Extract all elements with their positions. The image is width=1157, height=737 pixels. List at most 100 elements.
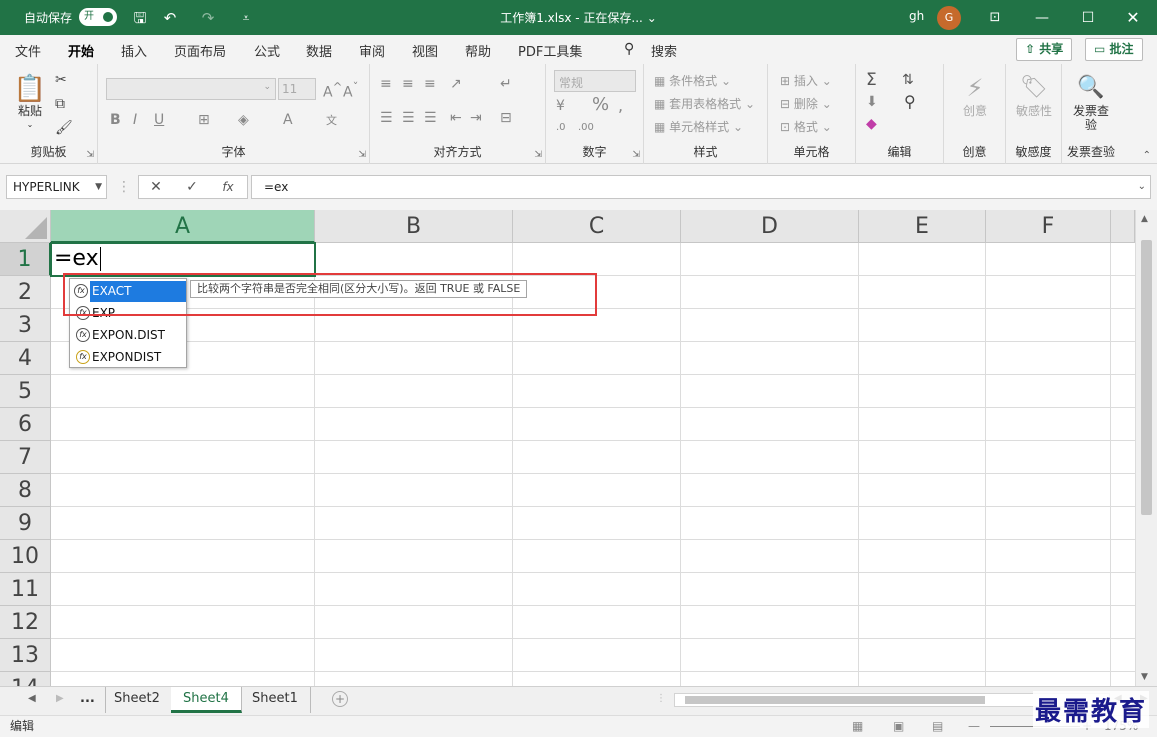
dialog-launcher-icon[interactable]: ⇲ bbox=[86, 150, 94, 160]
row-header[interactable]: 4 bbox=[0, 342, 51, 375]
comma-icon[interactable]: , bbox=[618, 96, 623, 115]
font-color-icon[interactable]: A bbox=[283, 112, 293, 128]
font-family-select[interactable]: ⌄ bbox=[106, 78, 276, 100]
row-header[interactable]: 8 bbox=[0, 474, 51, 507]
increase-font-icon[interactable]: A^ bbox=[323, 80, 342, 101]
column-header-d[interactable]: D bbox=[681, 210, 859, 243]
row-header[interactable]: 9 bbox=[0, 507, 51, 540]
row-header[interactable]: 1 bbox=[0, 243, 51, 276]
vertical-scroll-thumb[interactable] bbox=[1141, 240, 1152, 515]
border-icon[interactable]: ⊞ bbox=[198, 112, 210, 128]
accounting-icon[interactable]: ¥ bbox=[556, 98, 565, 114]
clear-icon[interactable]: ◆ bbox=[866, 116, 877, 132]
collapse-ribbon-icon[interactable]: ⌃ bbox=[1143, 150, 1151, 161]
share-button[interactable]: ⇧ 共享 bbox=[1016, 38, 1073, 61]
conditional-format-button[interactable]: ▦ 条件格式 ⌄ bbox=[654, 72, 731, 89]
autocomplete-item[interactable]: fx EXPONDIST bbox=[72, 347, 186, 368]
find-icon[interactable]: ⚲ bbox=[904, 92, 916, 111]
dialog-launcher-icon[interactable]: ⇲ bbox=[632, 150, 640, 160]
page-break-view-icon[interactable]: ▤ bbox=[932, 716, 943, 737]
row-header[interactable]: 10 bbox=[0, 540, 51, 573]
tab-pdf-tools[interactable]: PDF工具集 bbox=[518, 41, 582, 60]
row-header[interactable]: 14 bbox=[0, 672, 51, 686]
align-center-icon[interactable]: ☰ bbox=[402, 110, 415, 126]
delete-cells-button[interactable]: ⊟ 删除 ⌄ bbox=[780, 95, 832, 112]
tab-data[interactable]: 数据 bbox=[306, 41, 332, 60]
phonetic-icon[interactable]: 文 bbox=[326, 112, 337, 128]
underline-button[interactable]: U bbox=[154, 112, 164, 128]
page-layout-view-icon[interactable]: ▣ bbox=[893, 716, 904, 737]
wrap-text-icon[interactable]: ↵ bbox=[500, 76, 512, 92]
paste-button[interactable]: 📋 粘贴 ⌄ bbox=[12, 74, 48, 132]
minimize-icon[interactable]: — bbox=[1030, 6, 1054, 30]
column-header-f[interactable]: F bbox=[986, 210, 1111, 243]
autosum-icon[interactable]: Σ bbox=[866, 70, 877, 90]
orientation-icon[interactable]: ↗ bbox=[450, 76, 462, 92]
row-header[interactable]: 5 bbox=[0, 375, 51, 408]
name-box[interactable]: HYPERLINK ▼ bbox=[6, 175, 107, 199]
comments-button[interactable]: ▭ 批注 bbox=[1085, 38, 1143, 61]
fill-icon[interactable]: ⬇ bbox=[866, 94, 878, 110]
tab-file[interactable]: 文件 bbox=[15, 41, 41, 60]
prev-sheet-icon[interactable]: ◀ bbox=[28, 693, 36, 704]
scroll-up-icon[interactable]: ▲ bbox=[1141, 214, 1148, 224]
ribbon-display-icon[interactable]: ⊡ bbox=[983, 6, 1007, 30]
scroll-down-icon[interactable]: ▼ bbox=[1141, 672, 1148, 682]
copy-icon[interactable]: ⧉ bbox=[55, 96, 65, 112]
active-cell-a1[interactable]: =ex bbox=[50, 242, 316, 277]
normal-view-icon[interactable]: ▦ bbox=[852, 716, 863, 737]
merge-icon[interactable]: ⊟ bbox=[500, 110, 512, 126]
zoom-out-icon[interactable]: — bbox=[968, 716, 980, 737]
dialog-launcher-icon[interactable]: ⇲ bbox=[358, 150, 366, 160]
column-header-b[interactable]: B bbox=[315, 210, 513, 243]
search-icon[interactable]: ⚲ bbox=[624, 41, 634, 57]
font-size-select[interactable]: 11 bbox=[278, 78, 316, 100]
tab-home[interactable]: 开始 bbox=[68, 41, 95, 67]
row-header[interactable]: 2 bbox=[0, 276, 51, 309]
cell-styles-button[interactable]: ▦ 单元格样式 ⌄ bbox=[654, 118, 743, 135]
insert-function-icon[interactable]: fx bbox=[218, 175, 238, 199]
sheet-tab-sheet2[interactable]: Sheet2 bbox=[102, 687, 173, 713]
select-all-button[interactable] bbox=[0, 210, 51, 243]
tab-review[interactable]: 审阅 bbox=[359, 41, 385, 60]
align-middle-icon[interactable]: ≡ bbox=[402, 76, 414, 92]
avatar[interactable]: G bbox=[937, 6, 961, 30]
create-button[interactable]: ⚡ 创意 bbox=[954, 72, 996, 118]
tab-view[interactable]: 视图 bbox=[412, 41, 438, 60]
italic-button[interactable]: I bbox=[133, 112, 137, 128]
number-format-select[interactable]: 常规 bbox=[554, 70, 636, 92]
bold-button[interactable]: B bbox=[110, 112, 121, 128]
format-painter-icon[interactable]: 🖌 bbox=[55, 120, 73, 136]
column-header-g[interactable] bbox=[1111, 210, 1135, 243]
align-bottom-icon[interactable]: ≡ bbox=[424, 76, 436, 92]
invoice-check-button[interactable]: 🔍 发票查验 bbox=[1068, 72, 1114, 132]
cancel-icon[interactable]: ✕ bbox=[146, 175, 166, 199]
outdent-icon[interactable]: ⇥ bbox=[470, 110, 482, 126]
sensitivity-button[interactable]: 🏷 敏感性 bbox=[1012, 72, 1056, 118]
decrease-font-icon[interactable]: Aˇ bbox=[343, 80, 358, 101]
row-header[interactable]: 7 bbox=[0, 441, 51, 474]
align-top-icon[interactable]: ≡ bbox=[380, 76, 392, 92]
maximize-icon[interactable]: ☐ bbox=[1076, 6, 1100, 30]
more-sheets-button[interactable]: ... bbox=[70, 687, 106, 713]
add-sheet-button[interactable]: + bbox=[332, 691, 348, 707]
horizontal-scroll-thumb[interactable] bbox=[685, 696, 985, 704]
align-right-icon[interactable]: ☰ bbox=[424, 110, 437, 126]
row-header[interactable]: 12 bbox=[0, 606, 51, 639]
tab-formulas[interactable]: 公式 bbox=[254, 41, 280, 60]
enter-icon[interactable]: ✓ bbox=[182, 175, 202, 199]
dialog-launcher-icon[interactable]: ⇲ bbox=[534, 150, 542, 160]
tab-page-layout[interactable]: 页面布局 bbox=[174, 41, 226, 60]
row-header[interactable]: 13 bbox=[0, 639, 51, 672]
sheet-tab-sheet4[interactable]: Sheet4 bbox=[171, 687, 242, 713]
row-header[interactable]: 3 bbox=[0, 309, 51, 342]
formula-input[interactable]: =ex ⌄ bbox=[251, 175, 1151, 199]
fill-color-icon[interactable]: ◈ bbox=[238, 112, 249, 128]
decrease-decimal-icon[interactable]: .00 bbox=[578, 122, 594, 133]
column-header-a[interactable]: A bbox=[51, 210, 315, 243]
increase-decimal-icon[interactable]: .0 bbox=[556, 122, 566, 133]
insert-cells-button[interactable]: ⊞ 插入 ⌄ bbox=[780, 72, 832, 89]
vertical-scrollbar[interactable]: ▲ ▼ bbox=[1135, 210, 1157, 686]
tab-search[interactable]: 搜索 bbox=[651, 41, 677, 60]
tab-insert[interactable]: 插入 bbox=[121, 41, 147, 60]
